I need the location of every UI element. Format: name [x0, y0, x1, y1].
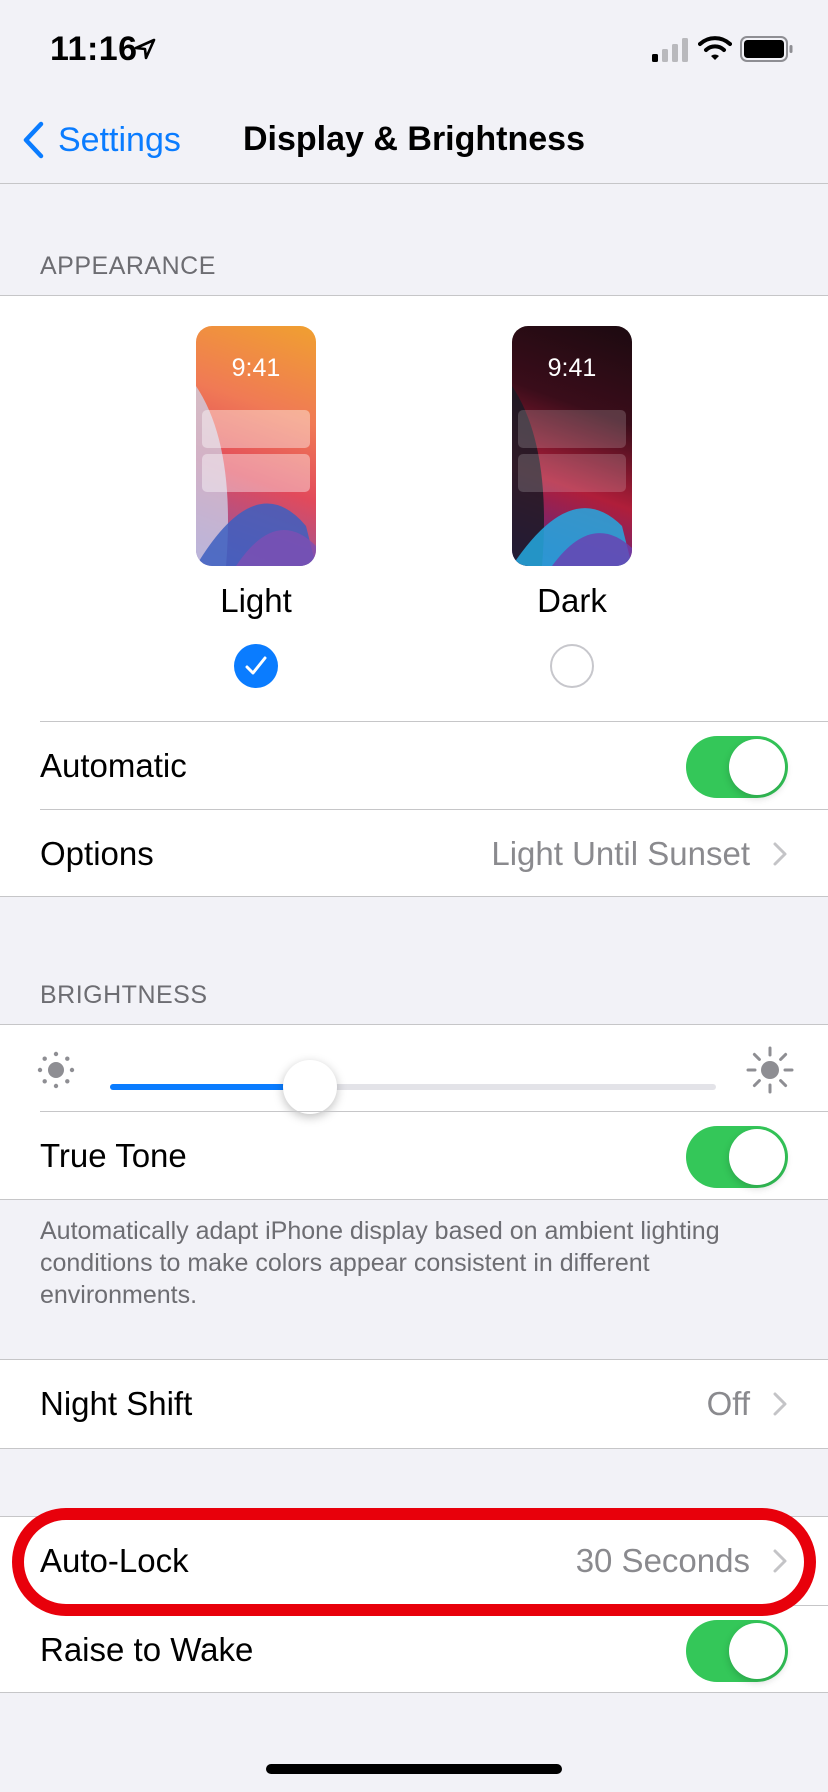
toggle-knob: [729, 1623, 785, 1679]
dark-preview-time: 9:41: [547, 354, 597, 382]
status-bar: 11:16: [0, 0, 828, 100]
page-title: Display & Brightness: [243, 120, 585, 158]
location-arrow-icon: [134, 38, 156, 60]
raise-to-wake-row: Raise to Wake: [0, 1606, 828, 1694]
true-tone-toggle[interactable]: [686, 1126, 788, 1188]
dark-option-label: Dark: [537, 582, 607, 619]
automatic-row: Automatic: [0, 722, 828, 810]
brightness-low-icon: [37, 1051, 75, 1089]
toggle-knob: [729, 739, 785, 795]
section-header-brightness: BRIGHTNESS: [40, 981, 208, 1009]
options-row[interactable]: Options Light Until Sunset: [0, 810, 828, 898]
brightness-slider-thumb[interactable]: [282, 1060, 337, 1114]
true-tone-row: True Tone: [0, 1112, 828, 1200]
automatic-label: Automatic: [40, 747, 187, 784]
auto-lock-value: 30 Seconds: [575, 1542, 750, 1579]
night-shift-label: Night Shift: [40, 1385, 193, 1422]
true-tone-label: True Tone: [40, 1137, 187, 1174]
light-radio-selected[interactable]: [234, 644, 278, 688]
brightness-slider-fill: [110, 1084, 310, 1090]
dark-preview-notification: [518, 454, 626, 492]
night-shift-group: Night Shift Off: [0, 1359, 828, 1449]
section-header-appearance: APPEARANCE: [40, 252, 216, 280]
light-preview-notification: [202, 454, 310, 492]
navigation-bar: Settings Display & Brightness: [0, 100, 828, 184]
true-tone-description: Automatically adapt iPhone display based…: [40, 1217, 720, 1309]
dark-appearance-preview[interactable]: 9:41: [512, 326, 632, 566]
checkmark-icon: [245, 656, 267, 675]
chevron-right-icon: [773, 1549, 787, 1573]
status-time: 11:16: [50, 30, 138, 68]
night-shift-value: Off: [706, 1385, 750, 1422]
brightness-high-icon: [746, 1046, 794, 1094]
raise-to-wake-label: Raise to Wake: [40, 1631, 254, 1668]
chevron-right-icon: [773, 842, 787, 866]
cellular-signal-icon: [652, 38, 688, 62]
dark-radio-unselected[interactable]: [550, 644, 594, 688]
chevron-right-icon: [773, 1392, 787, 1416]
options-value: Light Until Sunset: [491, 835, 750, 872]
battery-icon: [740, 36, 793, 62]
auto-lock-label: Auto-Lock: [40, 1542, 189, 1579]
light-preview-notification: [202, 410, 310, 448]
light-option-label: Light: [220, 582, 292, 619]
dark-preview-notification: [518, 410, 626, 448]
lock-group: Auto-Lock 30 Seconds Raise to Wake: [0, 1516, 828, 1693]
raise-to-wake-toggle[interactable]: [686, 1620, 788, 1682]
wifi-icon: [698, 36, 732, 60]
options-label: Options: [40, 835, 154, 872]
automatic-toggle[interactable]: [686, 736, 788, 798]
light-preview-time: 9:41: [231, 354, 281, 382]
home-indicator[interactable]: [266, 1764, 562, 1774]
light-appearance-preview[interactable]: 9:41: [196, 326, 316, 566]
toggle-knob: [729, 1129, 785, 1185]
night-shift-row[interactable]: Night Shift Off: [0, 1360, 828, 1448]
auto-lock-row[interactable]: Auto-Lock 30 Seconds: [0, 1517, 828, 1605]
